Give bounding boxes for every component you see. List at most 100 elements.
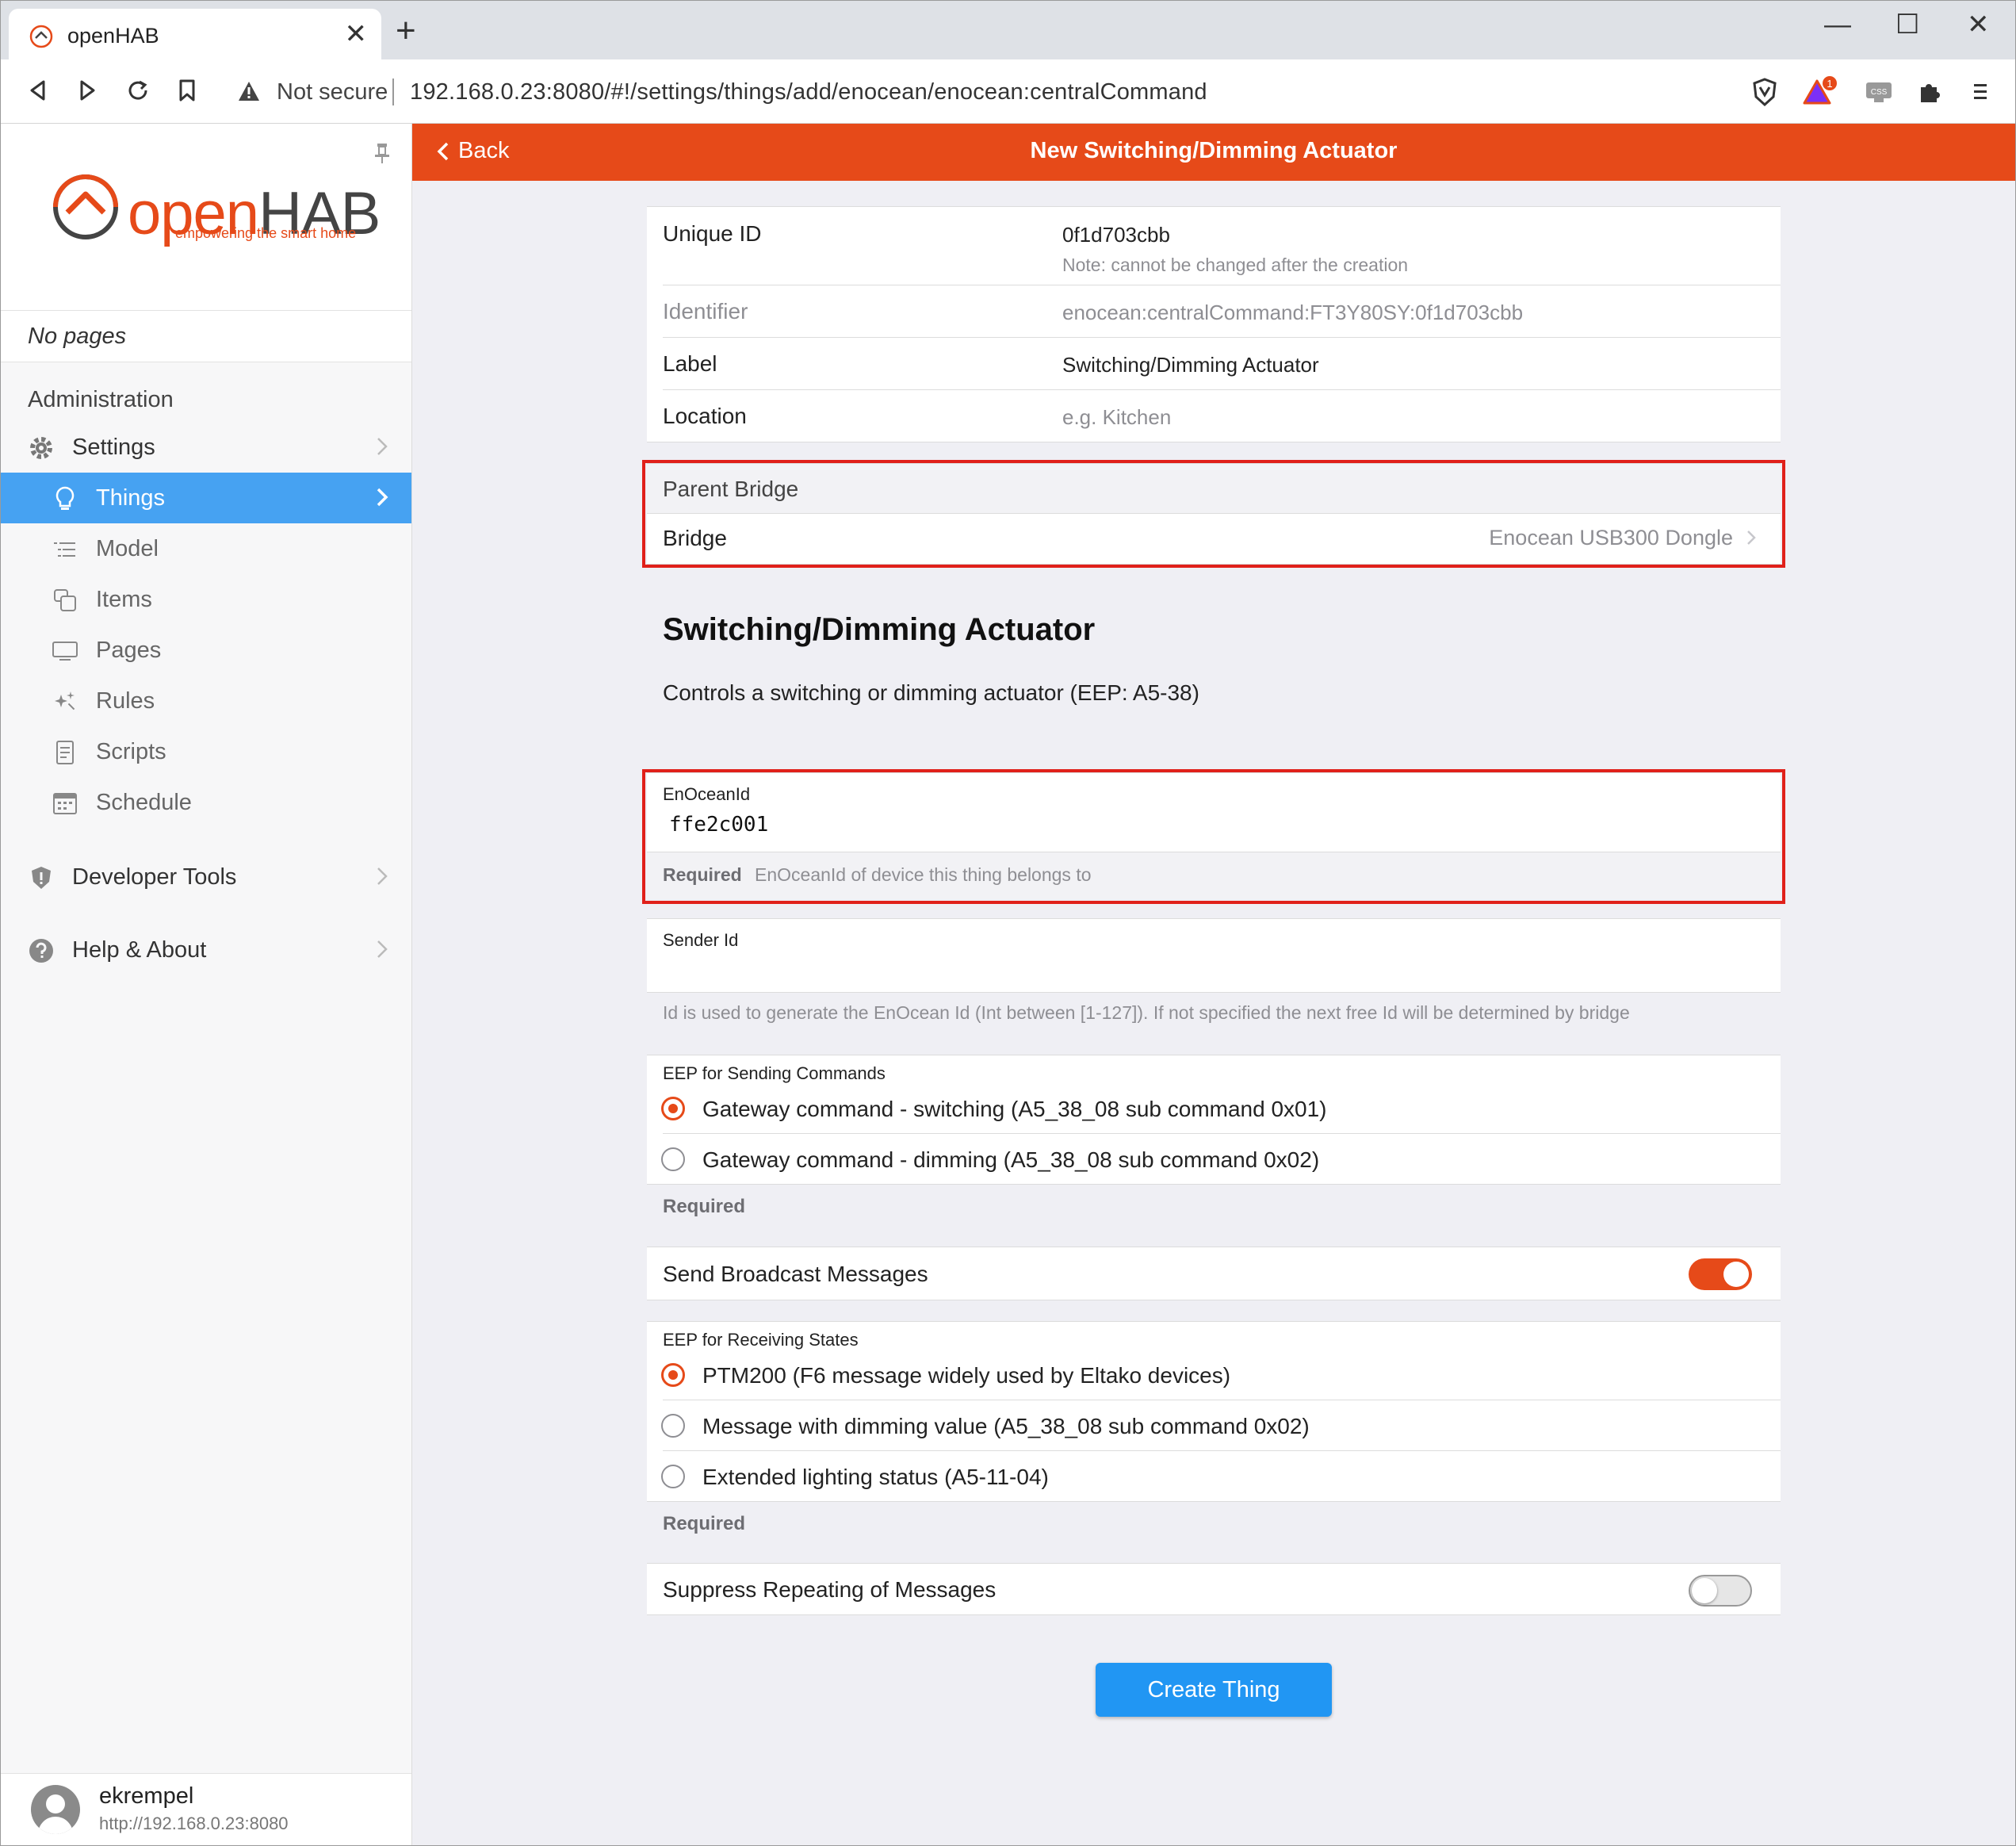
gear-icon <box>30 437 52 459</box>
radio-unselected-icon[interactable] <box>661 1465 685 1488</box>
sidebar-item-developer-tools[interactable]: Developer Tools <box>1 852 411 902</box>
avatar <box>31 1785 80 1834</box>
unique-id-row: Unique ID 0f1d703cbb Note: cannot be cha… <box>647 207 1781 285</box>
page-title: New Switching/Dimming Actuator <box>1030 138 1398 163</box>
sidebar-item-rules[interactable]: Rules <box>1 676 411 726</box>
sidebar-item-items[interactable]: Items <box>1 574 411 625</box>
suppress-label: Suppress Repeating of Messages <box>663 1577 997 1602</box>
chevron-right-icon <box>377 488 388 507</box>
back-nav-icon[interactable] <box>18 71 58 110</box>
label-input[interactable]: Switching/Dimming Actuator <box>1062 353 1319 377</box>
receive-eep-option-label: Message with dimming value (A5_38_08 sub… <box>702 1414 1310 1438</box>
developer-tools-label: Developer Tools <box>72 864 237 890</box>
receive-eep-option-label: Extended lighting status (A5-11-04) <box>702 1465 1049 1489</box>
pin-icon[interactable] <box>372 141 392 165</box>
document-icon <box>56 741 74 764</box>
suppress-row: Suppress Repeating of Messages <box>647 1563 1781 1615</box>
omnibox-divider <box>392 79 394 105</box>
location-row: Location e.g. Kitchen <box>647 389 1781 442</box>
sidebar-item-scripts[interactable]: Scripts <box>1 726 411 777</box>
identifier-label: Identifier <box>663 299 748 324</box>
tab-bar: openHAB ✕ + — ☐ ✕ <box>1 1 2015 59</box>
unique-id-note: Note: cannot be changed after the creati… <box>1062 255 1409 275</box>
create-thing-button[interactable]: Create Thing <box>1096 1663 1332 1717</box>
main-content: Back New Switching/Dimming Actuator Uniq… <box>412 124 2015 1845</box>
things-label: Things <box>96 485 166 511</box>
radio-unselected-icon[interactable] <box>661 1147 685 1171</box>
send-eep-option-label: Gateway command - switching (A5_38_08 su… <box>702 1097 1327 1121</box>
sidebar-item-help-about[interactable]: Help & About <box>1 925 411 975</box>
url-text[interactable]: 192.168.0.23:8080/#!/settings/things/add… <box>410 79 1207 105</box>
thing-info-list: Unique ID 0f1d703cbb Note: cannot be cha… <box>647 206 1781 442</box>
address-bar[interactable]: Not secure 192.168.0.23:8080/#!/settings… <box>223 69 1737 113</box>
items-icon <box>54 589 76 611</box>
thing-type-title: Switching/Dimming Actuator <box>663 612 1096 647</box>
not-secure-label: Not secure <box>277 79 388 105</box>
radio-selected-icon[interactable] <box>661 1097 685 1120</box>
sidebar: openHAB empowering the smart home No pag… <box>1 124 412 1845</box>
thing-type-description: Controls a switching or dimming actuator… <box>663 680 1199 705</box>
pages-label: Pages <box>96 638 162 663</box>
openhab-favicon-icon <box>29 25 53 48</box>
maximize-icon[interactable]: ☐ <box>1895 9 1919 40</box>
send-eep-group: EEP for Sending Commands Gateway command… <box>647 1055 1781 1185</box>
sender-id-help-text: Id is used to generate the EnOcean Id (I… <box>663 1002 1630 1023</box>
shield-icon <box>32 867 51 889</box>
openhab-logo-icon <box>53 174 118 239</box>
user-profile[interactable]: ekrempel http://192.168.0.23:8080 <box>1 1773 411 1845</box>
browser-window: openHAB ✕ + — ☐ ✕ Not secure 192.168.0.2… <box>0 0 2016 1846</box>
minimize-icon[interactable]: — <box>1824 9 1851 40</box>
browser-toolbar: Not secure 192.168.0.23:8080/#!/settings… <box>1 59 2015 124</box>
page-navbar: Back New Switching/Dimming Actuator <box>412 124 2015 181</box>
identifier-value: enocean:centralCommand:FT3Y80SY:0f1d703c… <box>1062 301 1524 324</box>
extensions-puzzle-icon[interactable] <box>1910 72 1949 112</box>
send-eep-option[interactable]: Gateway command - switching (A5_38_08 su… <box>647 1082 1781 1133</box>
receive-eep-option[interactable]: PTM200 (F6 message widely used by Eltako… <box>647 1349 1781 1400</box>
bookmark-icon[interactable] <box>167 71 207 110</box>
receive-eep-option[interactable]: Message with dimming value (A5_38_08 sub… <box>647 1400 1781 1450</box>
administration-title: Administration <box>28 387 174 412</box>
brave-shield-icon[interactable] <box>1745 72 1785 112</box>
enocean-id-highlight-box <box>642 769 1785 904</box>
monitor-icon <box>52 642 78 661</box>
chevron-right-icon <box>377 940 388 958</box>
suppress-toggle[interactable] <box>1689 1575 1752 1607</box>
send-eep-option[interactable]: Gateway command - dimming (A5_38_08 sub … <box>647 1133 1781 1184</box>
list-indent-icon <box>54 542 75 557</box>
user-name: ekrempel <box>99 1783 194 1809</box>
browser-menu-icon[interactable] <box>1961 72 2000 112</box>
chevron-right-icon <box>377 438 388 455</box>
tab-close-icon[interactable]: ✕ <box>345 18 368 50</box>
sender-id-input[interactable] <box>663 956 1765 984</box>
sidebar-item-schedule[interactable]: Schedule <box>1 777 411 828</box>
receive-eep-required: Required <box>663 1513 746 1534</box>
sparkle-icon <box>55 691 75 710</box>
sidebar-item-pages[interactable]: Pages <box>1 625 411 676</box>
items-label: Items <box>96 587 152 612</box>
css-extension-icon[interactable]: CSS <box>1859 72 1899 112</box>
logo-tagline: empowering the smart home <box>175 225 357 241</box>
sender-id-group: Sender Id <box>647 918 1781 993</box>
radio-selected-icon[interactable] <box>661 1363 685 1387</box>
new-tab-button[interactable]: + <box>396 13 416 48</box>
broadcast-toggle[interactable] <box>1689 1258 1752 1290</box>
reload-icon[interactable] <box>118 71 158 110</box>
close-window-icon[interactable]: ✕ <box>1967 9 1990 40</box>
receive-eep-option[interactable]: Extended lighting status (A5-11-04) <box>647 1450 1781 1501</box>
logo-area: openHAB empowering the smart home <box>1 124 411 311</box>
brave-rewards-icon[interactable]: 1 <box>1800 72 1840 112</box>
send-eep-label: EEP for Sending Commands <box>663 1063 886 1083</box>
scripts-label: Scripts <box>96 739 166 764</box>
no-pages-label: No pages <box>28 324 127 349</box>
model-label: Model <box>96 536 159 561</box>
sidebar-item-model[interactable]: Model <box>1 523 411 574</box>
location-input[interactable]: e.g. Kitchen <box>1062 405 1171 430</box>
radio-unselected-icon[interactable] <box>661 1414 685 1438</box>
browser-tab[interactable]: openHAB ✕ <box>9 9 381 59</box>
sidebar-item-things[interactable]: Things <box>1 473 411 523</box>
unique-id-input[interactable]: 0f1d703cbb <box>1062 223 1170 247</box>
receive-eep-option-label: PTM200 (F6 message widely used by Eltako… <box>702 1363 1231 1388</box>
sidebar-item-settings[interactable]: Settings <box>1 422 411 473</box>
help-about-label: Help & About <box>72 937 207 963</box>
forward-nav-icon[interactable] <box>67 71 107 110</box>
